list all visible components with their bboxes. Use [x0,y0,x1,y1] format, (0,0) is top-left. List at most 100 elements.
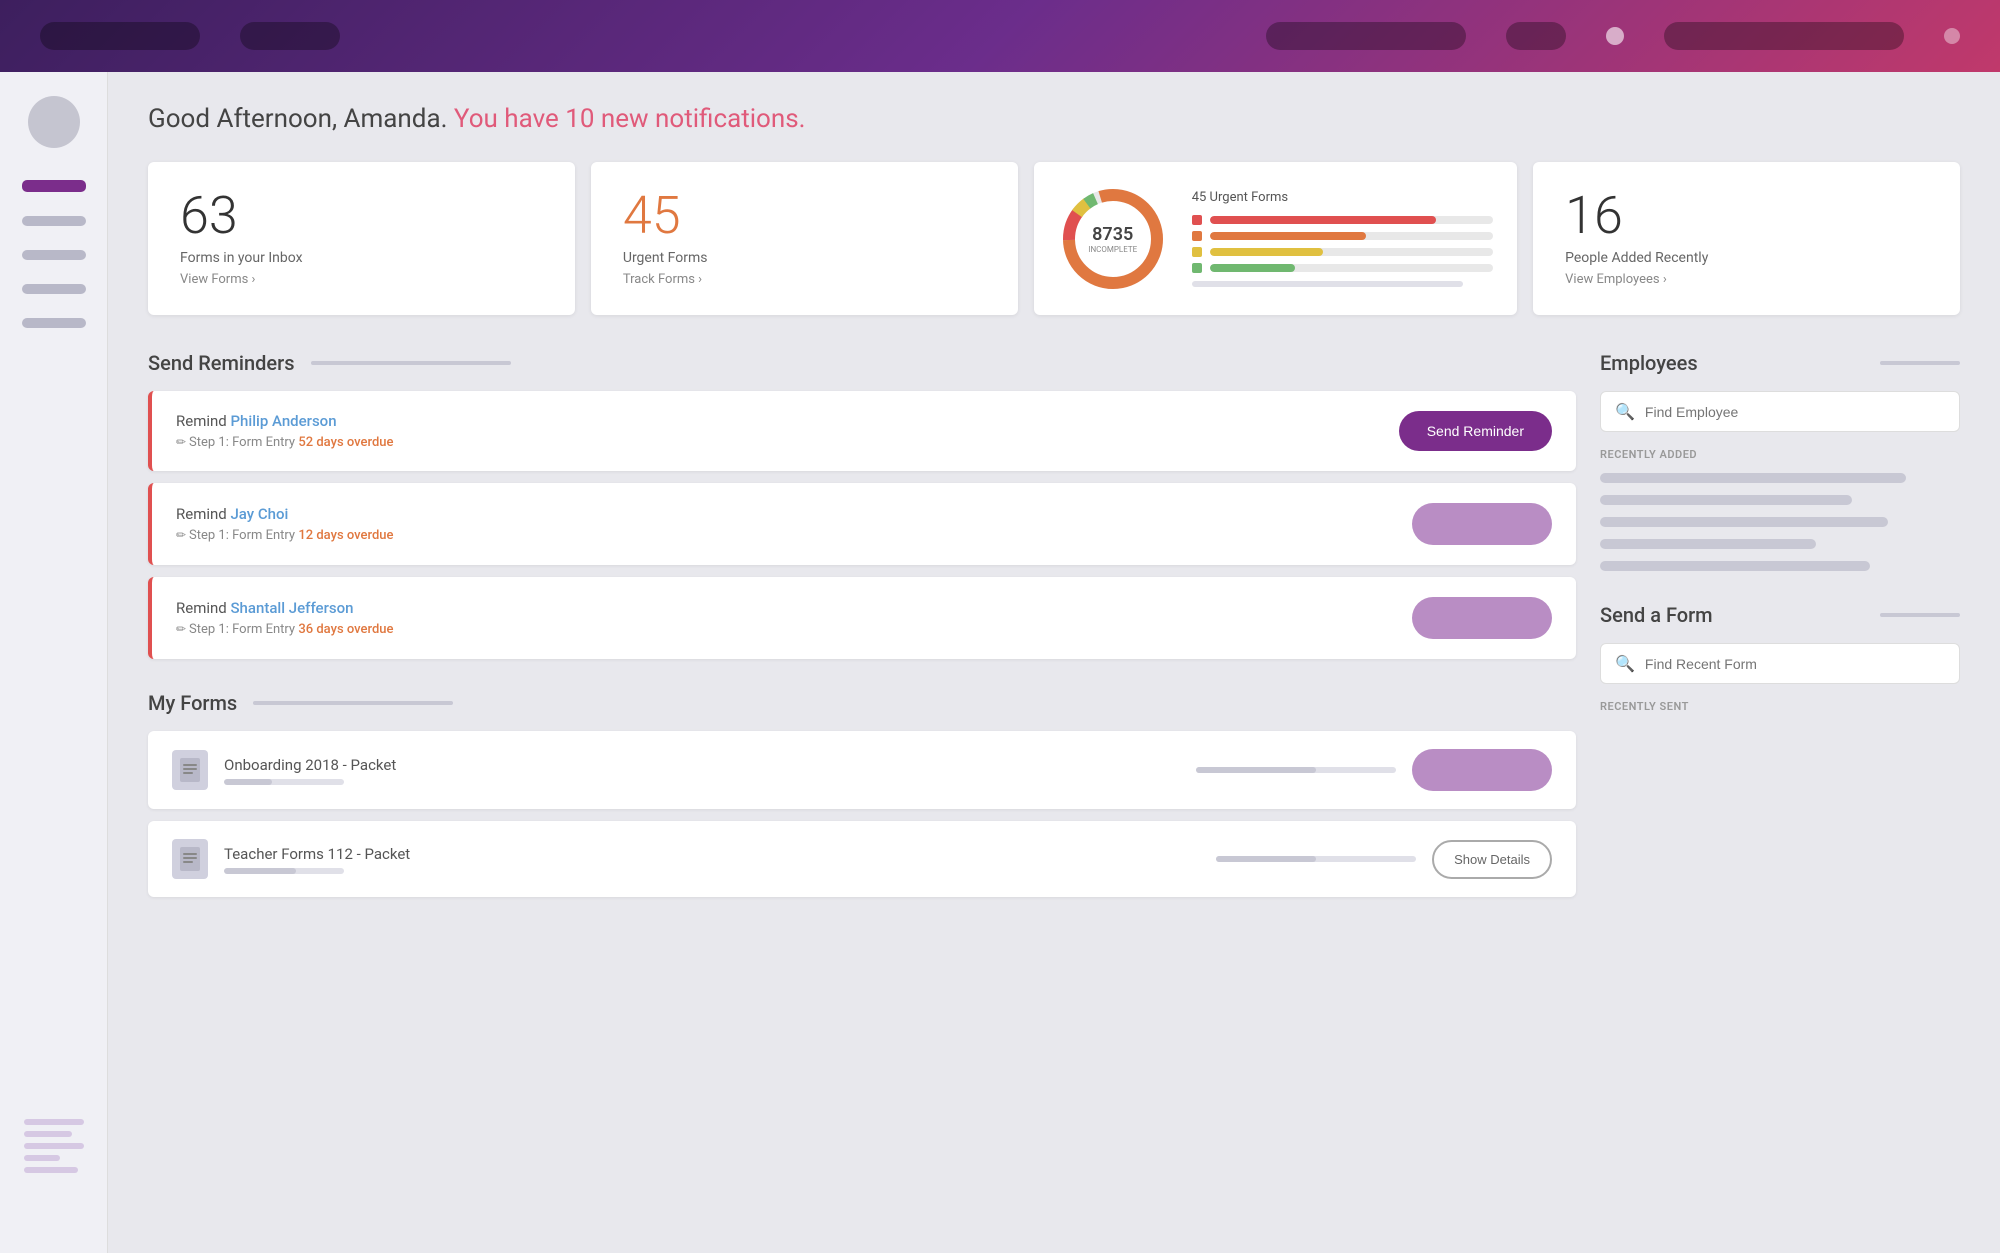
send-reminder-button-1[interactable]: Send Reminder [1399,411,1552,451]
avatar[interactable] [28,96,80,148]
step-text-3: Step 1: Form Entry [189,622,295,637]
send-form-panel: Send a Form 🔍 RECENTLY SENT [1600,603,1960,713]
form-search-box[interactable]: 🔍 [1600,643,1960,684]
legend-fill-4 [1210,264,1295,272]
donut-number: 8735 [1088,224,1137,245]
sidebar-item-4[interactable] [22,318,86,328]
overdue-text-2: 12 days overdue [298,528,393,543]
reminder-step-1: ✏ Step 1: Form Entry 52 days overdue [176,435,393,450]
send-form-panel-title: Send a Form [1600,603,1960,627]
legend-item-1 [1192,215,1493,225]
reminder-text-3: Remind Shantall Jefferson [176,599,393,617]
legend-dot-2 [1192,231,1202,241]
form-card-1: Onboarding 2018 - Packet [148,731,1576,809]
nav-item-3[interactable] [1266,22,1466,50]
employee-search-box[interactable]: 🔍 [1600,391,1960,432]
top-navigation [0,0,2000,72]
form-card-left-2: Teacher Forms 112 - Packet [172,839,410,879]
people-link[interactable]: View Employees › [1565,272,1928,287]
urgent-card: 45 Urgent Forms Track Forms › [591,162,1018,315]
form-search-input[interactable] [1645,656,1945,672]
form-progress-fill-1 [224,779,272,785]
inbox-card: 63 Forms in your Inbox View Forms › [148,162,575,315]
recent-employee-4[interactable] [1600,539,1816,549]
reminder-card-1: Remind Philip Anderson ✏ Step 1: Form En… [148,391,1576,471]
form-name-2: Teacher Forms 112 - Packet [224,845,410,863]
reminder-info-3: Remind Shantall Jefferson ✏ Step 1: Form… [176,599,393,637]
send-reminder-button-2[interactable] [1412,503,1552,545]
recent-employee-2[interactable] [1600,495,1852,505]
show-details-button-2[interactable]: Show Details [1432,840,1552,879]
recent-employee-3[interactable] [1600,517,1888,527]
legend-fill-3 [1210,248,1323,256]
form-info-1: Onboarding 2018 - Packet [224,756,396,785]
remind-prefix-3: Remind [176,599,230,617]
remind-prefix-1: Remind [176,412,230,430]
sidebar-item-3[interactable] [22,284,86,294]
chart-card: 8735 INCOMPLETE 45 Urgent Forms [1034,162,1517,315]
sidebar-item-2[interactable] [22,250,86,260]
nav-item-4[interactable] [1506,22,1566,50]
search-icon: 🔍 [1615,402,1635,421]
inbox-number: 63 [180,190,543,242]
employees-panel-title: Employees [1600,351,1960,375]
reminders-title: Send Reminders [148,351,295,375]
send-form-panel-line [1880,613,1960,617]
form-icon-1 [172,750,208,790]
nav-dot [1606,27,1624,45]
content-left: Send Reminders Remind Philip Anderson ✏ … [148,351,1576,909]
form-bar-1 [1196,767,1396,773]
sidebar-item-1[interactable] [22,216,86,226]
legend-item-3 [1192,247,1493,257]
employees-title-text: Employees [1600,351,1698,375]
reminders-header: Send Reminders [148,351,1576,375]
reminder-card-2: Remind Jay Choi ✏ Step 1: Form Entry 12 … [148,483,1576,565]
form-progress-fill-2 [224,868,296,874]
pencil-icon-2: ✏ [176,528,189,542]
reminder-name-3[interactable]: Shantall Jefferson [230,599,353,617]
legend-footer-bar [1192,281,1463,287]
form-name-1: Onboarding 2018 - Packet [224,756,396,774]
donut-chart: 8735 INCOMPLETE [1058,184,1168,294]
send-reminder-button-3[interactable] [1412,597,1552,639]
form-card-2: Teacher Forms 112 - Packet S [148,821,1576,897]
form-progress-1 [224,779,344,785]
nav-item-1[interactable] [40,22,200,50]
sidebar-item-active[interactable] [22,180,86,192]
legend-bar-1 [1210,216,1493,224]
nav-item-5[interactable] [1664,22,1904,50]
employee-search-input[interactable] [1645,404,1945,420]
employees-panel-line [1880,361,1960,365]
form-card-left-1: Onboarding 2018 - Packet [172,750,396,790]
legend-item-2 [1192,231,1493,241]
legend-bar-4 [1210,264,1493,272]
reminder-card-3: Remind Shantall Jefferson ✏ Step 1: Form… [148,577,1576,659]
reminder-text-1: Remind Philip Anderson [176,412,393,430]
recently-added-label: RECENTLY ADDED [1600,448,1960,461]
people-number: 16 [1565,190,1928,242]
overdue-text-3: 36 days overdue [298,622,393,637]
reminder-name-2[interactable]: Jay Choi [230,505,288,523]
people-label: People Added Recently [1565,250,1928,266]
recent-employee-1[interactable] [1600,473,1906,483]
recent-employee-5[interactable] [1600,561,1870,571]
main-content: Good Afternoon, Amanda. You have 10 new … [108,72,2000,1253]
nav-item-2[interactable] [240,22,340,50]
my-forms-title: My Forms [148,691,237,715]
my-forms-section: My Forms [148,691,1576,897]
legend-bar-3 [1210,248,1493,256]
inbox-link[interactable]: View Forms › [180,272,543,287]
reminder-info-1: Remind Philip Anderson ✏ Step 1: Form En… [176,412,393,450]
recently-sent-label: RECENTLY SENT [1600,700,1960,713]
overdue-text-1: 52 days overdue [298,435,393,450]
form-action-button-1[interactable] [1412,749,1552,791]
reminder-text-2: Remind Jay Choi [176,505,393,523]
greeting: Good Afternoon, Amanda. You have 10 new … [148,104,1960,134]
people-card: 16 People Added Recently View Employees … [1533,162,1960,315]
legend-fill-2 [1210,232,1366,240]
form-bar-fill-2 [1216,856,1316,862]
step-text-1: Step 1: Form Entry [189,435,295,450]
legend-dot-4 [1192,263,1202,273]
reminder-name-1[interactable]: Philip Anderson [230,412,336,430]
urgent-link[interactable]: Track Forms › [623,272,986,287]
